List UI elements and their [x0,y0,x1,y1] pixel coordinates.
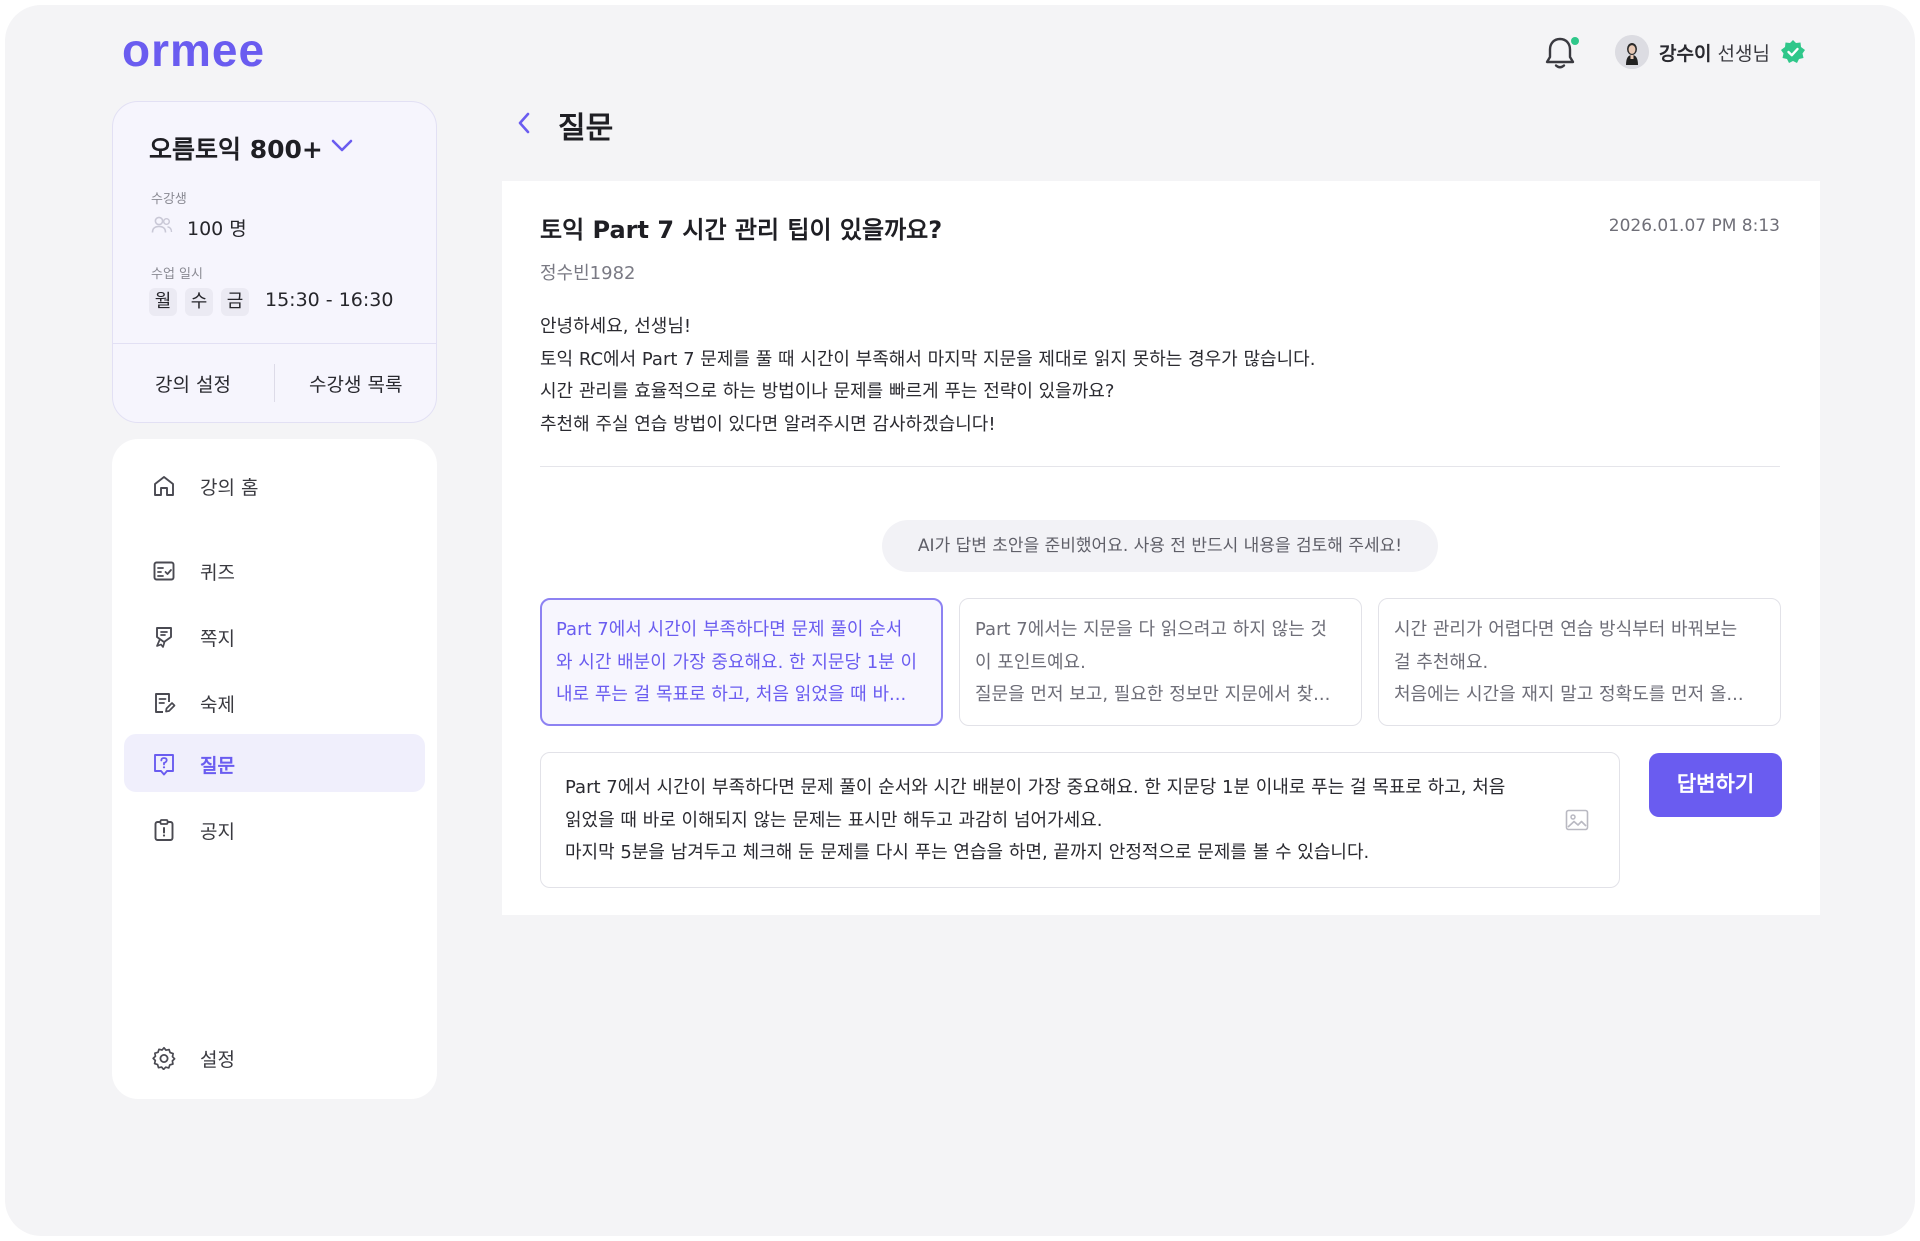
image-attach-icon[interactable] [1565,809,1589,831]
notice-icon [154,819,174,841]
nav-label: 설정 [200,1049,235,1071]
answer-line: 읽었을 때 바로 이해되지 않는 문제는 표시만 해두고 과감히 넘어가세요. [565,809,1103,831]
nav-label: 강의 홈 [200,477,259,499]
notification-dot [1571,37,1579,45]
answer-input[interactable]: Part 7에서 시간이 부족하다면 문제 풀이 순서와 시간 배분이 가장 중… [540,752,1620,888]
draft-line: 내로 푸는 걸 목표로 하고, 처음 읽었을 때 바... [556,684,907,705]
nav-item-question[interactable]: 질문 [124,734,425,792]
app-logo[interactable]: ormee [122,23,265,77]
answer-line: Part 7에서 시간이 부족하다면 문제 풀이 순서와 시간 배분이 가장 중… [565,777,1506,798]
nav-item-settings[interactable]: 설정 [124,1028,425,1086]
divider [540,466,1780,467]
nav-label: 쪽지 [200,628,235,650]
quiz-icon [153,561,175,581]
day-chip: 금 [221,288,249,316]
nav-item-memo[interactable]: 쪽지 [124,607,425,665]
day-chip: 수 [185,288,213,316]
course-settings-link[interactable]: 강의 설정 [155,370,231,397]
schedule-label: 수업 일시 [151,267,203,282]
question-body: 안녕하세요, 선생님! 토익 RC에서 Part 7 문제를 풀 때 시간이 부… [540,311,1740,442]
side-nav: 강의 홈 퀴즈 쪽지 숙제 질문 공지 설정 [112,439,437,1099]
question-datetime: 2026.01.07 PM 8:13 [1608,216,1780,236]
nav-item-homework[interactable]: 숙제 [124,673,425,731]
draft-line: 질문을 먼저 보고, 필요한 정보만 지문에서 찾... [975,684,1331,705]
draft-line: 처음에는 시간을 재지 말고 정확도를 먼저 올... [1394,684,1744,705]
course-card: 오름토익 800+ 수강생 100 명 수업 일시 월 수 금 15:30 - … [112,101,437,423]
ai-draft-notice: AI가 답변 초안을 준비했어요. 사용 전 반드시 내용을 검토해 주세요! [882,520,1438,572]
nav-label: 퀴즈 [200,562,235,584]
draft-line: Part 7에서 시간이 부족하다면 문제 풀이 순서 [556,619,903,640]
ai-draft-card-2[interactable]: Part 7에서는 지문을 다 읽으려고 하지 않는 것 이 포인트예요. 질문… [959,598,1362,726]
app-frame: ormee 강수이 선생님 오름토익 800+ 수강생 100 명 수업 일시 … [5,5,1915,1236]
chevron-down-icon[interactable] [329,136,355,156]
gear-icon [152,1046,176,1070]
question-body-line: 시간 관리를 효율적으로 하는 방법이나 문제를 빠르게 푸는 전략이 있을까요… [540,381,1115,403]
question-title: 토익 Part 7 시간 관리 팁이 있을까요? [540,216,943,244]
draft-line: 이 포인트예요. [975,651,1086,673]
draft-line: Part 7에서는 지문을 다 읽으려고 하지 않는 것 [975,619,1327,640]
user-name[interactable]: 강수이 선생님 [1659,39,1770,66]
users-icon [151,216,173,233]
homework-icon [155,693,176,713]
nav-label: 질문 [200,755,235,777]
draft-line: 와 시간 배분이 가장 중요해요. 한 지문당 1분 이 [556,651,918,673]
draft-line: 시간 관리가 어렵다면 연습 방식부터 바꿔보는 [1394,619,1738,640]
ai-draft-card-1[interactable]: Part 7에서 시간이 부족하다면 문제 풀이 순서 와 시간 배분이 가장 … [540,598,943,726]
class-time: 15:30 - 16:30 [265,289,394,311]
draft-line: 걸 추천해요. [1394,651,1489,673]
students-count: 100 명 [187,218,247,240]
course-title[interactable]: 오름토익 800+ [149,130,323,166]
day-chip: 월 [149,288,177,316]
avatar[interactable] [1615,35,1649,69]
nav-item-home[interactable]: 강의 홈 [124,456,425,514]
submit-answer-button[interactable]: 답변하기 [1649,753,1782,817]
nav-label: 숙제 [200,694,235,716]
question-author: 정수빈1982 [540,263,636,284]
nav-item-quiz[interactable]: 퀴즈 [124,541,425,599]
question-body-line: 안녕하세요, 선생님! [540,316,692,337]
answer-line: 마지막 5분을 남겨두고 체크해 둔 문제를 다시 푸는 연습을 하면, 끝까지… [565,842,1370,864]
question-body-line: 토익 RC에서 Part 7 문제를 풀 때 시간이 부족해서 마지막 지문을 … [540,348,1316,370]
students-list-link[interactable]: 수강생 목록 [309,370,402,397]
user-name-value: 강수이 [1659,43,1712,65]
question-body-line: 추천해 주실 연습 방법이 있다면 알려주시면 감사하겠습니다! [540,414,996,436]
memo-icon [156,627,172,648]
question-icon [154,754,174,776]
back-arrow-icon[interactable] [515,109,533,137]
divider [113,343,436,344]
home-icon [154,476,174,496]
question-detail-panel: 토익 Part 7 시간 관리 팁이 있을까요? 2026.01.07 PM 8… [502,181,1820,915]
students-label: 수강생 [151,192,187,207]
page-title: 질문 [558,111,614,146]
ai-draft-card-3[interactable]: 시간 관리가 어렵다면 연습 방식부터 바꿔보는 걸 추천해요. 처음에는 시간… [1378,598,1781,726]
nav-item-notice[interactable]: 공지 [124,800,425,858]
verified-badge-icon [1781,40,1805,63]
divider [274,364,275,402]
user-suffix: 선생님 [1717,43,1770,65]
nav-label: 공지 [200,821,235,843]
